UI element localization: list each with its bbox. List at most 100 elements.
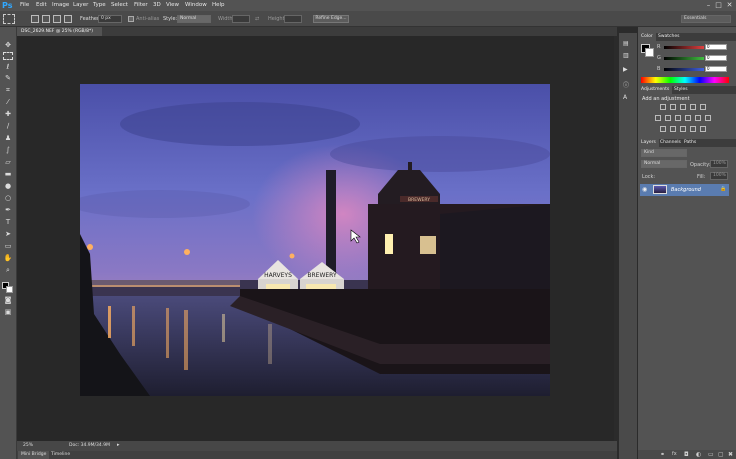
- new-layer-icon[interactable]: ▢: [718, 451, 724, 458]
- channel-g-value[interactable]: 0: [705, 55, 727, 61]
- move-tool-icon[interactable]: ✥: [3, 41, 13, 49]
- exposure-adjustment-icon[interactable]: [690, 104, 696, 110]
- blend-mode-select[interactable]: Normal: [641, 160, 687, 168]
- intersect-selection-icon[interactable]: [64, 15, 72, 23]
- lasso-tool-icon[interactable]: ℓ: [3, 63, 13, 71]
- vibrance-adjustment-icon[interactable]: [700, 104, 706, 110]
- fill-input[interactable]: 100%: [710, 172, 728, 180]
- black-white-adjustment-icon[interactable]: [675, 115, 681, 121]
- character-panel-icon[interactable]: A: [623, 94, 627, 101]
- menu-edit[interactable]: Edit: [36, 2, 47, 9]
- shape-tool-icon[interactable]: ▭: [3, 242, 13, 250]
- channel-b-value[interactable]: 0: [705, 66, 727, 72]
- hue-saturation-adjustment-icon[interactable]: [655, 115, 661, 121]
- subtract-selection-icon[interactable]: [53, 15, 61, 23]
- color-background-swatch[interactable]: [645, 48, 654, 57]
- tab-timeline[interactable]: Timeline: [48, 451, 73, 459]
- menu-select[interactable]: Select: [111, 2, 128, 9]
- blur-tool-icon[interactable]: ●: [3, 182, 13, 190]
- width-input[interactable]: [232, 15, 250, 23]
- threshold-adjustment-icon[interactable]: [680, 126, 686, 132]
- posterize-adjustment-icon[interactable]: [670, 126, 676, 132]
- channel-mixer-adjustment-icon[interactable]: [695, 115, 701, 121]
- selective-color-adjustment-icon[interactable]: [700, 126, 706, 132]
- document-tab[interactable]: DSC_2629.NEF @ 25% (RGB/8*): [17, 27, 102, 36]
- healing-tool-icon[interactable]: ✚: [3, 110, 13, 118]
- link-layers-icon[interactable]: ⚭: [660, 451, 665, 458]
- menu-3d[interactable]: 3D: [153, 2, 161, 9]
- actions-panel-icon[interactable]: ▶: [623, 66, 628, 73]
- menu-file[interactable]: File: [20, 2, 29, 9]
- zoom-level[interactable]: 25%: [23, 443, 33, 448]
- layer-name[interactable]: Background: [671, 187, 701, 193]
- dodge-tool-icon[interactable]: ○: [3, 194, 13, 202]
- adjustment-layer-icon[interactable]: ◐: [696, 451, 701, 458]
- brush-tool-icon[interactable]: ∕: [3, 122, 13, 130]
- opacity-input[interactable]: 100%: [710, 160, 728, 168]
- menu-help[interactable]: Help: [212, 2, 225, 9]
- curves-adjustment-icon[interactable]: [680, 104, 686, 110]
- tab-swatches[interactable]: Swatches: [655, 33, 683, 41]
- menu-filter[interactable]: Filter: [134, 2, 148, 9]
- style-select[interactable]: Normal: [177, 15, 211, 23]
- quick-select-tool-icon[interactable]: ✎: [3, 74, 13, 82]
- tab-layers[interactable]: Layers: [638, 139, 659, 147]
- marquee-preset-icon[interactable]: [3, 14, 15, 24]
- maximize-button[interactable]: □: [714, 1, 723, 9]
- type-tool-icon[interactable]: T: [3, 218, 13, 226]
- tab-channels[interactable]: Channels: [657, 139, 684, 147]
- history-brush-tool-icon[interactable]: ∫: [3, 146, 13, 154]
- gradient-map-adjustment-icon[interactable]: [690, 126, 696, 132]
- channel-r-slider[interactable]: [664, 46, 704, 49]
- history-panel-icon[interactable]: ▤: [623, 40, 629, 47]
- document-image[interactable]: BREWERY HARVEYS BREWERY: [80, 84, 550, 396]
- invert-adjustment-icon[interactable]: [660, 126, 666, 132]
- marquee-tool-icon[interactable]: [3, 52, 13, 60]
- eye-icon[interactable]: ◉: [642, 186, 647, 193]
- tab-styles[interactable]: Styles: [671, 86, 691, 94]
- new-selection-icon[interactable]: [31, 15, 39, 23]
- status-arrow-icon[interactable]: ▸: [117, 442, 120, 448]
- gradient-tool-icon[interactable]: ▬: [3, 170, 13, 178]
- layer-row-background[interactable]: ◉ Background 🔒: [640, 184, 729, 196]
- feather-input[interactable]: 0 px: [98, 15, 122, 23]
- eyedropper-tool-icon[interactable]: ⁄: [3, 98, 13, 106]
- close-button[interactable]: ✕: [725, 1, 734, 9]
- stamp-tool-icon[interactable]: ♟: [3, 134, 13, 142]
- mask-icon[interactable]: ◘: [684, 451, 689, 458]
- menu-layer[interactable]: Layer: [73, 2, 88, 9]
- color-spectrum-bar[interactable]: [641, 77, 729, 83]
- path-select-tool-icon[interactable]: ➤: [3, 230, 13, 238]
- color-balance-adjustment-icon[interactable]: [665, 115, 671, 121]
- menu-image[interactable]: Image: [52, 2, 69, 9]
- tab-mini-bridge[interactable]: Mini Bridge: [18, 451, 50, 459]
- brightness-adjustment-icon[interactable]: [660, 104, 666, 110]
- swap-icon[interactable]: ⇄: [255, 16, 259, 22]
- menu-type[interactable]: Type: [93, 2, 106, 9]
- screen-mode-icon[interactable]: ▣: [3, 308, 13, 316]
- quick-mask-icon[interactable]: ◙: [3, 296, 13, 304]
- tab-color[interactable]: Color: [638, 33, 656, 41]
- group-icon[interactable]: ▭: [708, 451, 714, 458]
- workspace-select[interactable]: Essentials: [681, 15, 731, 23]
- tab-paths[interactable]: Paths: [681, 139, 699, 147]
- channel-b-slider[interactable]: [664, 68, 704, 71]
- color-lookup-adjustment-icon[interactable]: [705, 115, 711, 121]
- antialias-checkbox[interactable]: [128, 16, 134, 22]
- tab-adjustments[interactable]: Adjustments: [638, 86, 673, 94]
- info-panel-icon[interactable]: ⓘ: [623, 80, 629, 89]
- photo-filter-adjustment-icon[interactable]: [685, 115, 691, 121]
- pen-tool-icon[interactable]: ✒: [3, 206, 13, 214]
- hand-tool-icon[interactable]: ✋: [3, 254, 13, 262]
- fx-icon[interactable]: fx: [672, 451, 677, 457]
- eraser-tool-icon[interactable]: ▱: [3, 158, 13, 166]
- height-input[interactable]: [284, 15, 302, 23]
- zoom-tool-icon[interactable]: ⌕: [3, 266, 13, 274]
- menu-window[interactable]: Window: [185, 2, 207, 9]
- crop-tool-icon[interactable]: ⌗: [3, 86, 13, 94]
- channel-r-value[interactable]: 0: [705, 44, 727, 50]
- trash-icon[interactable]: ✖: [728, 451, 733, 458]
- layer-kind-filter[interactable]: Kind: [641, 149, 687, 157]
- refine-edge-button[interactable]: Refine Edge...: [313, 15, 349, 23]
- add-selection-icon[interactable]: [42, 15, 50, 23]
